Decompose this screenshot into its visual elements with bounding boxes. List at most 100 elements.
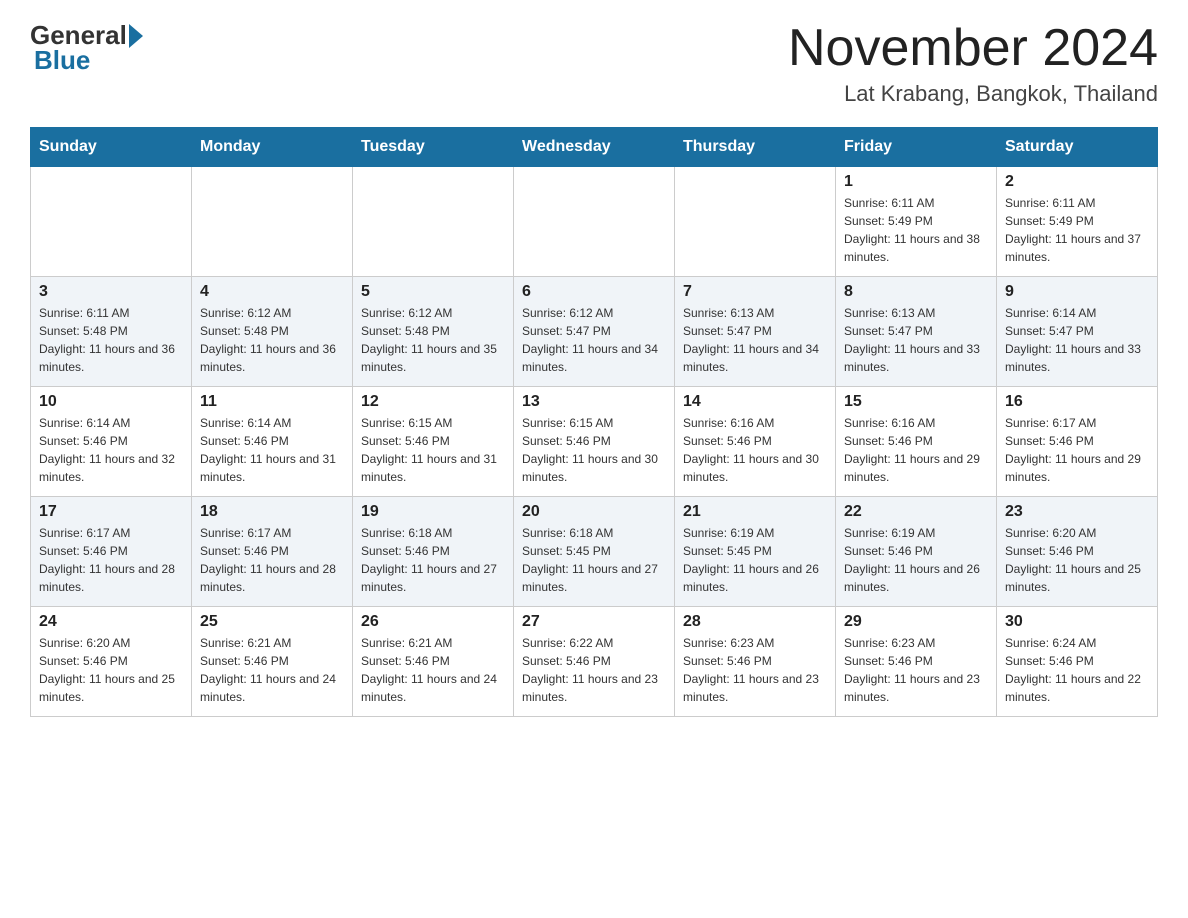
day-info: Sunrise: 6:16 AMSunset: 5:46 PMDaylight:… — [683, 414, 827, 486]
day-number: 9 — [1005, 283, 1149, 301]
day-number: 5 — [361, 283, 505, 301]
calendar-cell: 20 Sunrise: 6:18 AMSunset: 5:45 PMDayligh… — [514, 497, 675, 607]
calendar-cell: 28 Sunrise: 6:23 AMSunset: 5:46 PMDayligh… — [675, 607, 836, 717]
calendar-cell: 5Sunrise: 6:12 AMSunset: 5:48 PMDaylight… — [353, 277, 514, 387]
day-number: 7 — [683, 283, 827, 301]
calendar-cell — [31, 167, 192, 277]
calendar-cell — [192, 167, 353, 277]
calendar-cell: 22Sunrise: 6:19 AMSunset: 5:46 PMDayligh… — [836, 497, 997, 607]
title-block: November 2024 Lat Krabang, Bangkok, Thai… — [788, 20, 1158, 107]
day-info: Sunrise: 6:12 AMSunset: 5:47 PMDaylight:… — [522, 304, 666, 376]
calendar-cell: 2 Sunrise: 6:11 AMSunset: 5:49 PMDaylight… — [997, 167, 1158, 277]
day-number: 8 — [844, 283, 988, 301]
calendar-cell: 18 Sunrise: 6:17 AMSunset: 5:46 PMDayligh… — [192, 497, 353, 607]
day-info: Sunrise: 6:11 AMSunset: 5:48 PMDaylight:… — [39, 304, 183, 376]
day-number: 6 — [522, 283, 666, 301]
day-info: Sunrise: 6:14 AMSunset: 5:46 PMDaylight:… — [39, 414, 183, 486]
week-row-5: 24Sunrise: 6:20 AMSunset: 5:46 PMDayligh… — [31, 607, 1158, 717]
calendar-cell: 1 Sunrise: 6:11 AMSunset: 5:49 PMDaylight… — [836, 167, 997, 277]
calendar-cell: 17 Sunrise: 6:17 AMSunset: 5:46 PMDayligh… — [31, 497, 192, 607]
day-number: 2 — [1005, 173, 1149, 191]
month-title: November 2024 — [788, 20, 1158, 77]
calendar-cell: 29Sunrise: 6:23 AMSunset: 5:46 PMDayligh… — [836, 607, 997, 717]
calendar-cell: 4Sunrise: 6:12 AMSunset: 5:48 PMDaylight… — [192, 277, 353, 387]
day-number: 19 — [361, 503, 505, 521]
day-info: Sunrise: 6:13 AMSunset: 5:47 PMDaylight:… — [683, 304, 827, 376]
page-header: General Blue November 2024 Lat Krabang, … — [30, 20, 1158, 107]
week-row-4: 17 Sunrise: 6:17 AMSunset: 5:46 PMDayligh… — [31, 497, 1158, 607]
day-number: 27 — [522, 613, 666, 631]
calendar-cell: 8 Sunrise: 6:13 AMSunset: 5:47 PMDaylight… — [836, 277, 997, 387]
day-info: Sunrise: 6:17 AMSunset: 5:46 PMDaylight:… — [39, 524, 183, 596]
weekday-header-sunday: Sunday — [31, 128, 192, 167]
day-info: Sunrise: 6:11 AMSunset: 5:49 PMDaylight:… — [1005, 194, 1149, 266]
calendar-cell: 24Sunrise: 6:20 AMSunset: 5:46 PMDayligh… — [31, 607, 192, 717]
day-number: 15 — [844, 393, 988, 411]
day-number: 26 — [361, 613, 505, 631]
day-info: Sunrise: 6:20 AMSunset: 5:46 PMDaylight:… — [1005, 524, 1149, 596]
day-info: Sunrise: 6:15 AMSunset: 5:46 PMDaylight:… — [522, 414, 666, 486]
weekday-header-friday: Friday — [836, 128, 997, 167]
calendar-cell: 11Sunrise: 6:14 AMSunset: 5:46 PMDayligh… — [192, 387, 353, 497]
day-number: 14 — [683, 393, 827, 411]
day-info: Sunrise: 6:18 AMSunset: 5:45 PMDaylight:… — [522, 524, 666, 596]
week-row-1: 1 Sunrise: 6:11 AMSunset: 5:49 PMDaylight… — [31, 167, 1158, 277]
calendar-cell: 10Sunrise: 6:14 AMSunset: 5:46 PMDayligh… — [31, 387, 192, 497]
calendar-cell: 9 Sunrise: 6:14 AMSunset: 5:47 PMDaylight… — [997, 277, 1158, 387]
calendar-cell: 14 Sunrise: 6:16 AMSunset: 5:46 PMDayligh… — [675, 387, 836, 497]
day-info: Sunrise: 6:15 AMSunset: 5:46 PMDaylight:… — [361, 414, 505, 486]
calendar-cell: 6 Sunrise: 6:12 AMSunset: 5:47 PMDaylight… — [514, 277, 675, 387]
day-info: Sunrise: 6:11 AMSunset: 5:49 PMDaylight:… — [844, 194, 988, 266]
weekday-header-thursday: Thursday — [675, 128, 836, 167]
calendar-cell: 19 Sunrise: 6:18 AMSunset: 5:46 PMDayligh… — [353, 497, 514, 607]
day-info: Sunrise: 6:18 AMSunset: 5:46 PMDaylight:… — [361, 524, 505, 596]
day-number: 18 — [200, 503, 344, 521]
logo: General Blue — [30, 20, 145, 76]
weekday-header-row: SundayMondayTuesdayWednesdayThursdayFrid… — [31, 128, 1158, 167]
calendar-cell: 16Sunrise: 6:17 AMSunset: 5:46 PMDayligh… — [997, 387, 1158, 497]
calendar-cell: 15 Sunrise: 6:16 AMSunset: 5:46 PMDayligh… — [836, 387, 997, 497]
week-row-2: 3Sunrise: 6:11 AMSunset: 5:48 PMDaylight… — [31, 277, 1158, 387]
day-number: 22 — [844, 503, 988, 521]
day-number: 28 — [683, 613, 827, 631]
logo-arrow-icon — [129, 24, 143, 48]
day-info: Sunrise: 6:17 AMSunset: 5:46 PMDaylight:… — [1005, 414, 1149, 486]
day-number: 21 — [683, 503, 827, 521]
day-info: Sunrise: 6:23 AMSunset: 5:46 PMDaylight:… — [683, 634, 827, 706]
day-number: 12 — [361, 393, 505, 411]
calendar-cell: 26 Sunrise: 6:21 AMSunset: 5:46 PMDayligh… — [353, 607, 514, 717]
day-info: Sunrise: 6:22 AMSunset: 5:46 PMDaylight:… — [522, 634, 666, 706]
week-row-3: 10Sunrise: 6:14 AMSunset: 5:46 PMDayligh… — [31, 387, 1158, 497]
day-number: 4 — [200, 283, 344, 301]
day-info: Sunrise: 6:13 AMSunset: 5:47 PMDaylight:… — [844, 304, 988, 376]
day-info: Sunrise: 6:20 AMSunset: 5:46 PMDaylight:… — [39, 634, 183, 706]
logo-blue-text: Blue — [34, 45, 90, 75]
location-subtitle: Lat Krabang, Bangkok, Thailand — [788, 81, 1158, 107]
day-info: Sunrise: 6:24 AMSunset: 5:46 PMDaylight:… — [1005, 634, 1149, 706]
day-number: 25 — [200, 613, 344, 631]
calendar-cell — [514, 167, 675, 277]
calendar-cell — [675, 167, 836, 277]
day-number: 1 — [844, 173, 988, 191]
day-info: Sunrise: 6:16 AMSunset: 5:46 PMDaylight:… — [844, 414, 988, 486]
day-number: 20 — [522, 503, 666, 521]
calendar-cell: 13 Sunrise: 6:15 AMSunset: 5:46 PMDayligh… — [514, 387, 675, 497]
day-number: 29 — [844, 613, 988, 631]
calendar-cell: 21 Sunrise: 6:19 AMSunset: 5:45 PMDayligh… — [675, 497, 836, 607]
calendar-cell: 7 Sunrise: 6:13 AMSunset: 5:47 PMDaylight… — [675, 277, 836, 387]
calendar-cell: 27 Sunrise: 6:22 AMSunset: 5:46 PMDayligh… — [514, 607, 675, 717]
weekday-header-monday: Monday — [192, 128, 353, 167]
day-info: Sunrise: 6:17 AMSunset: 5:46 PMDaylight:… — [200, 524, 344, 596]
weekday-header-wednesday: Wednesday — [514, 128, 675, 167]
day-number: 13 — [522, 393, 666, 411]
weekday-header-saturday: Saturday — [997, 128, 1158, 167]
day-info: Sunrise: 6:14 AMSunset: 5:47 PMDaylight:… — [1005, 304, 1149, 376]
day-number: 30 — [1005, 613, 1149, 631]
day-info: Sunrise: 6:21 AMSunset: 5:46 PMDaylight:… — [361, 634, 505, 706]
day-number: 17 — [39, 503, 183, 521]
weekday-header-tuesday: Tuesday — [353, 128, 514, 167]
calendar-cell: 12 Sunrise: 6:15 AMSunset: 5:46 PMDayligh… — [353, 387, 514, 497]
day-number: 11 — [200, 393, 344, 411]
day-info: Sunrise: 6:19 AMSunset: 5:45 PMDaylight:… — [683, 524, 827, 596]
calendar-cell: 25Sunrise: 6:21 AMSunset: 5:46 PMDayligh… — [192, 607, 353, 717]
